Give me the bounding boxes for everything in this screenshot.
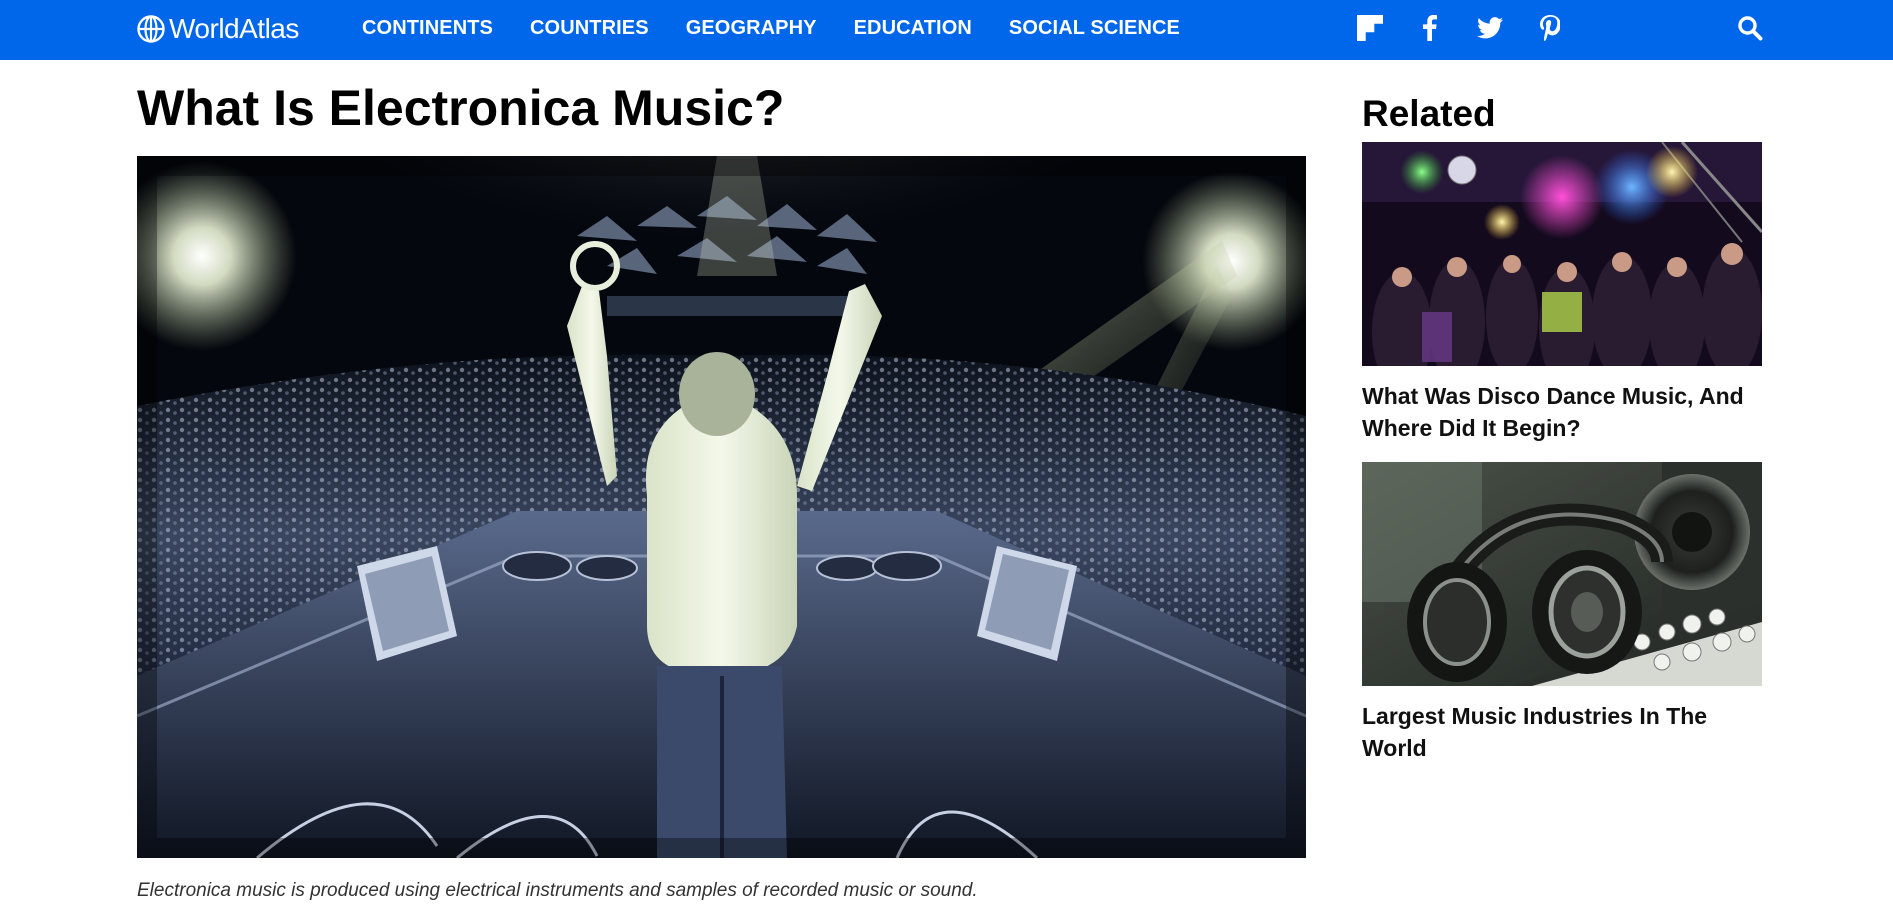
flipboard-icon[interactable] (1354, 12, 1386, 44)
site-logo[interactable]: WorldAtlas (136, 12, 299, 46)
article-title: What Is Electronica Music? (137, 80, 785, 136)
nav-item-continents[interactable]: CONTINENTS (362, 17, 493, 40)
pinterest-icon[interactable] (1534, 12, 1566, 44)
globe-icon (137, 15, 165, 43)
related-article-card[interactable]: What Was Disco Dance Music, And Where Di… (1362, 142, 1762, 444)
related-article-card[interactable]: Largest Music Industries In The World (1362, 462, 1762, 764)
top-navigation-bar: WorldAtlas CONTINENTS COUNTRIES GEOGRAPH… (0, 0, 1893, 60)
related-article-title[interactable]: Largest Music Industries In The World (1362, 700, 1762, 764)
social-links (1354, 12, 1594, 44)
twitter-icon[interactable] (1474, 12, 1506, 44)
nav-item-education[interactable]: EDUCATION (854, 17, 972, 40)
search-icon (1738, 16, 1763, 41)
facebook-icon[interactable] (1414, 12, 1446, 44)
related-heading: Related (1362, 93, 1496, 134)
nav-item-social-science[interactable]: SOCIAL SCIENCE (1009, 17, 1180, 40)
image-caption: Electronica music is produced using elec… (137, 880, 978, 901)
nav-item-countries[interactable]: COUNTRIES (530, 17, 649, 40)
article-hero-image (137, 156, 1306, 858)
related-article-thumbnail[interactable] (1362, 142, 1762, 366)
site-name: WorldAtlas (169, 13, 299, 44)
search-button[interactable] (1735, 13, 1765, 43)
nav-item-geography[interactable]: GEOGRAPHY (686, 17, 817, 40)
related-article-thumbnail[interactable] (1362, 462, 1762, 686)
main-nav: CONTINENTS COUNTRIES GEOGRAPHY EDUCATION… (362, 0, 1217, 56)
related-article-title[interactable]: What Was Disco Dance Music, And Where Di… (1362, 380, 1762, 444)
